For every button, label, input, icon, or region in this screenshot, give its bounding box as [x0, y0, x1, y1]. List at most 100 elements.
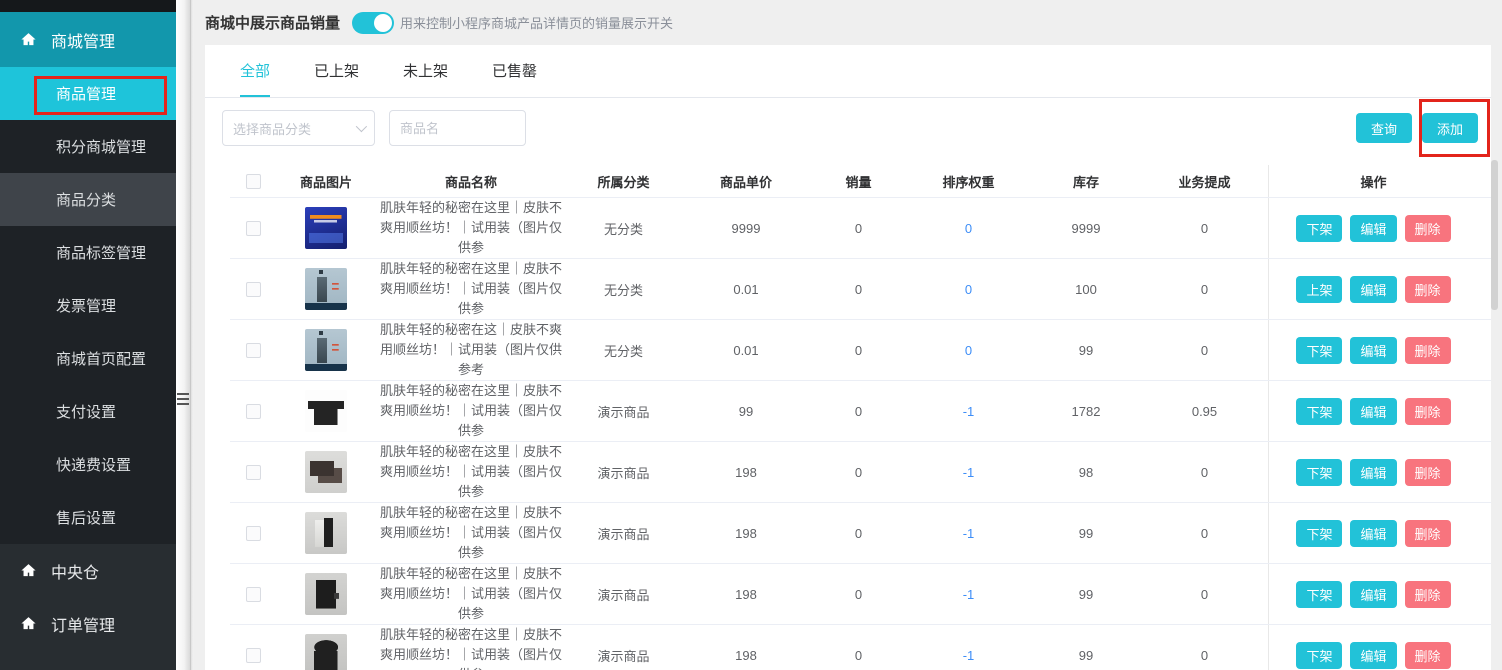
- edit-button[interactable]: 编辑: [1350, 276, 1396, 303]
- sort-weight-link[interactable]: 0: [965, 221, 972, 236]
- delete-button[interactable]: 删除: [1405, 398, 1451, 425]
- tab-3[interactable]: 已售罄: [492, 61, 537, 97]
- row-checkbox[interactable]: [246, 526, 261, 541]
- row-checkbox[interactable]: [246, 587, 261, 602]
- table-row: 肌肤年轻的秘密在这｜皮肤不爽用顺丝坊！｜试用装（图片仅供参考 无分类 0.01 …: [230, 320, 1491, 381]
- sort-weight-link[interactable]: -1: [963, 465, 975, 480]
- delete-button[interactable]: 删除: [1405, 581, 1451, 608]
- shelf-button[interactable]: 下架: [1296, 642, 1342, 669]
- product-sales: 0: [811, 259, 906, 319]
- row-actions: 下架编辑删除: [1268, 503, 1478, 563]
- sidebar-item-0[interactable]: 中央仓: [0, 544, 176, 597]
- row-checkbox[interactable]: [246, 404, 261, 419]
- product-name: 肌肤年轻的秘密在这里｜皮肤不爽用顺丝坊！｜试用装（图片仅供参: [376, 259, 566, 319]
- shelf-button[interactable]: 下架: [1296, 520, 1342, 547]
- delete-button[interactable]: 删除: [1405, 215, 1451, 242]
- table-scrollbar[interactable]: [1491, 160, 1498, 670]
- product-commission: 0: [1141, 503, 1268, 563]
- sort-weight-link[interactable]: -1: [963, 526, 975, 541]
- drag-handle-icon[interactable]: [177, 393, 189, 408]
- shelf-button[interactable]: 下架: [1296, 215, 1342, 242]
- product-category: 演示商品: [566, 503, 681, 563]
- sidebar-item-label: 中央仓: [51, 559, 99, 583]
- edit-button[interactable]: 编辑: [1350, 215, 1396, 242]
- home-icon: [20, 562, 37, 579]
- shelf-button[interactable]: 下架: [1296, 581, 1342, 608]
- sort-weight-link[interactable]: -1: [963, 404, 975, 419]
- edit-button[interactable]: 编辑: [1350, 337, 1396, 364]
- product-commission: 0: [1141, 198, 1268, 258]
- product-stock: 100: [1031, 259, 1141, 319]
- delete-button[interactable]: 删除: [1405, 459, 1451, 486]
- select-all-checkbox[interactable]: [246, 174, 261, 189]
- column-header: 库存: [1031, 165, 1141, 197]
- delete-button[interactable]: 删除: [1405, 520, 1451, 547]
- product-commission: 0: [1141, 320, 1268, 380]
- delete-button[interactable]: 删除: [1405, 337, 1451, 364]
- edit-button[interactable]: 编辑: [1350, 581, 1396, 608]
- edit-button[interactable]: 编辑: [1350, 520, 1396, 547]
- tab-2[interactable]: 未上架: [403, 61, 448, 97]
- product-category: 演示商品: [566, 625, 681, 670]
- sidebar-item-label: 订单管理: [51, 612, 115, 636]
- sidebar-subitem-6[interactable]: 支付设置: [0, 385, 176, 438]
- tab-1[interactable]: 已上架: [314, 61, 359, 97]
- product-image: [305, 268, 347, 310]
- product-category: 无分类: [566, 198, 681, 258]
- edit-button[interactable]: 编辑: [1350, 459, 1396, 486]
- sort-weight-link[interactable]: -1: [963, 648, 975, 663]
- edit-button[interactable]: 编辑: [1350, 642, 1396, 669]
- edit-button[interactable]: 编辑: [1350, 398, 1396, 425]
- status-tabs: 全部 已上架 未上架 已售罄: [205, 45, 1491, 98]
- product-price: 198: [681, 503, 811, 563]
- sidebar-splitter[interactable]: [176, 0, 194, 670]
- column-header: 操作: [1268, 165, 1478, 197]
- sort-weight-link[interactable]: 0: [965, 343, 972, 358]
- sidebar-subitem-2[interactable]: 商品分类: [0, 173, 176, 226]
- shelf-button[interactable]: 上架: [1296, 276, 1342, 303]
- shelf-button[interactable]: 下架: [1296, 459, 1342, 486]
- filter-bar: 选择商品分类 查询 添加: [222, 110, 1478, 146]
- sidebar-subitem-1[interactable]: 积分商城管理: [0, 120, 176, 173]
- sales-display-toggle[interactable]: [352, 12, 394, 34]
- sidebar-subitem-7[interactable]: 快递费设置: [0, 438, 176, 491]
- sidebar-subitem-5[interactable]: 商城首页配置: [0, 332, 176, 385]
- product-name: 肌肤年轻的秘密在这里｜皮肤不爽用顺丝坊！｜试用装（图片仅供参: [376, 198, 566, 258]
- product-price: 9999: [681, 198, 811, 258]
- category-select[interactable]: 选择商品分类: [222, 110, 375, 146]
- delete-button[interactable]: 删除: [1405, 276, 1451, 303]
- sidebar-subitem-4[interactable]: 发票管理: [0, 279, 176, 332]
- home-icon: [20, 615, 37, 632]
- product-name-input[interactable]: [389, 110, 526, 146]
- row-checkbox[interactable]: [246, 465, 261, 480]
- product-table: 商品图片商品名称所属分类商品单价销量排序权重库存业务提成操作 肌肤年轻的秘密在这…: [230, 165, 1491, 670]
- product-stock: 99: [1031, 503, 1141, 563]
- row-checkbox[interactable]: [246, 282, 261, 297]
- product-sales: 0: [811, 442, 906, 502]
- row-checkbox[interactable]: [246, 648, 261, 663]
- sort-weight-link[interactable]: -1: [963, 587, 975, 602]
- sidebar-item-mall-management[interactable]: 商城管理: [0, 12, 176, 67]
- sidebar-subitem-0[interactable]: 商品管理: [0, 67, 176, 120]
- shelf-button[interactable]: 下架: [1296, 398, 1342, 425]
- sales-display-label: 商城中展示商品销量: [205, 12, 340, 33]
- sidebar-item-1[interactable]: 订单管理: [0, 597, 176, 650]
- product-image: [305, 207, 347, 249]
- sort-weight-link[interactable]: 0: [965, 282, 972, 297]
- add-button[interactable]: 添加: [1422, 113, 1478, 143]
- column-header: 销量: [811, 165, 906, 197]
- tab-0[interactable]: 全部: [240, 61, 270, 97]
- column-header: 商品单价: [681, 165, 811, 197]
- column-header: 排序权重: [906, 165, 1031, 197]
- search-button[interactable]: 查询: [1356, 113, 1412, 143]
- sidebar-subitem-8[interactable]: 售后设置: [0, 491, 176, 544]
- shelf-button[interactable]: 下架: [1296, 337, 1342, 364]
- row-checkbox[interactable]: [246, 343, 261, 358]
- row-checkbox[interactable]: [246, 221, 261, 236]
- delete-button[interactable]: 删除: [1405, 642, 1451, 669]
- sidebar-top-strip: [0, 0, 176, 12]
- sidebar-item-2[interactable]: 人员管理: [0, 650, 176, 670]
- scrollbar-thumb[interactable]: [1491, 160, 1498, 310]
- sidebar-subitem-3[interactable]: 商品标签管理: [0, 226, 176, 279]
- product-stock: 98: [1031, 442, 1141, 502]
